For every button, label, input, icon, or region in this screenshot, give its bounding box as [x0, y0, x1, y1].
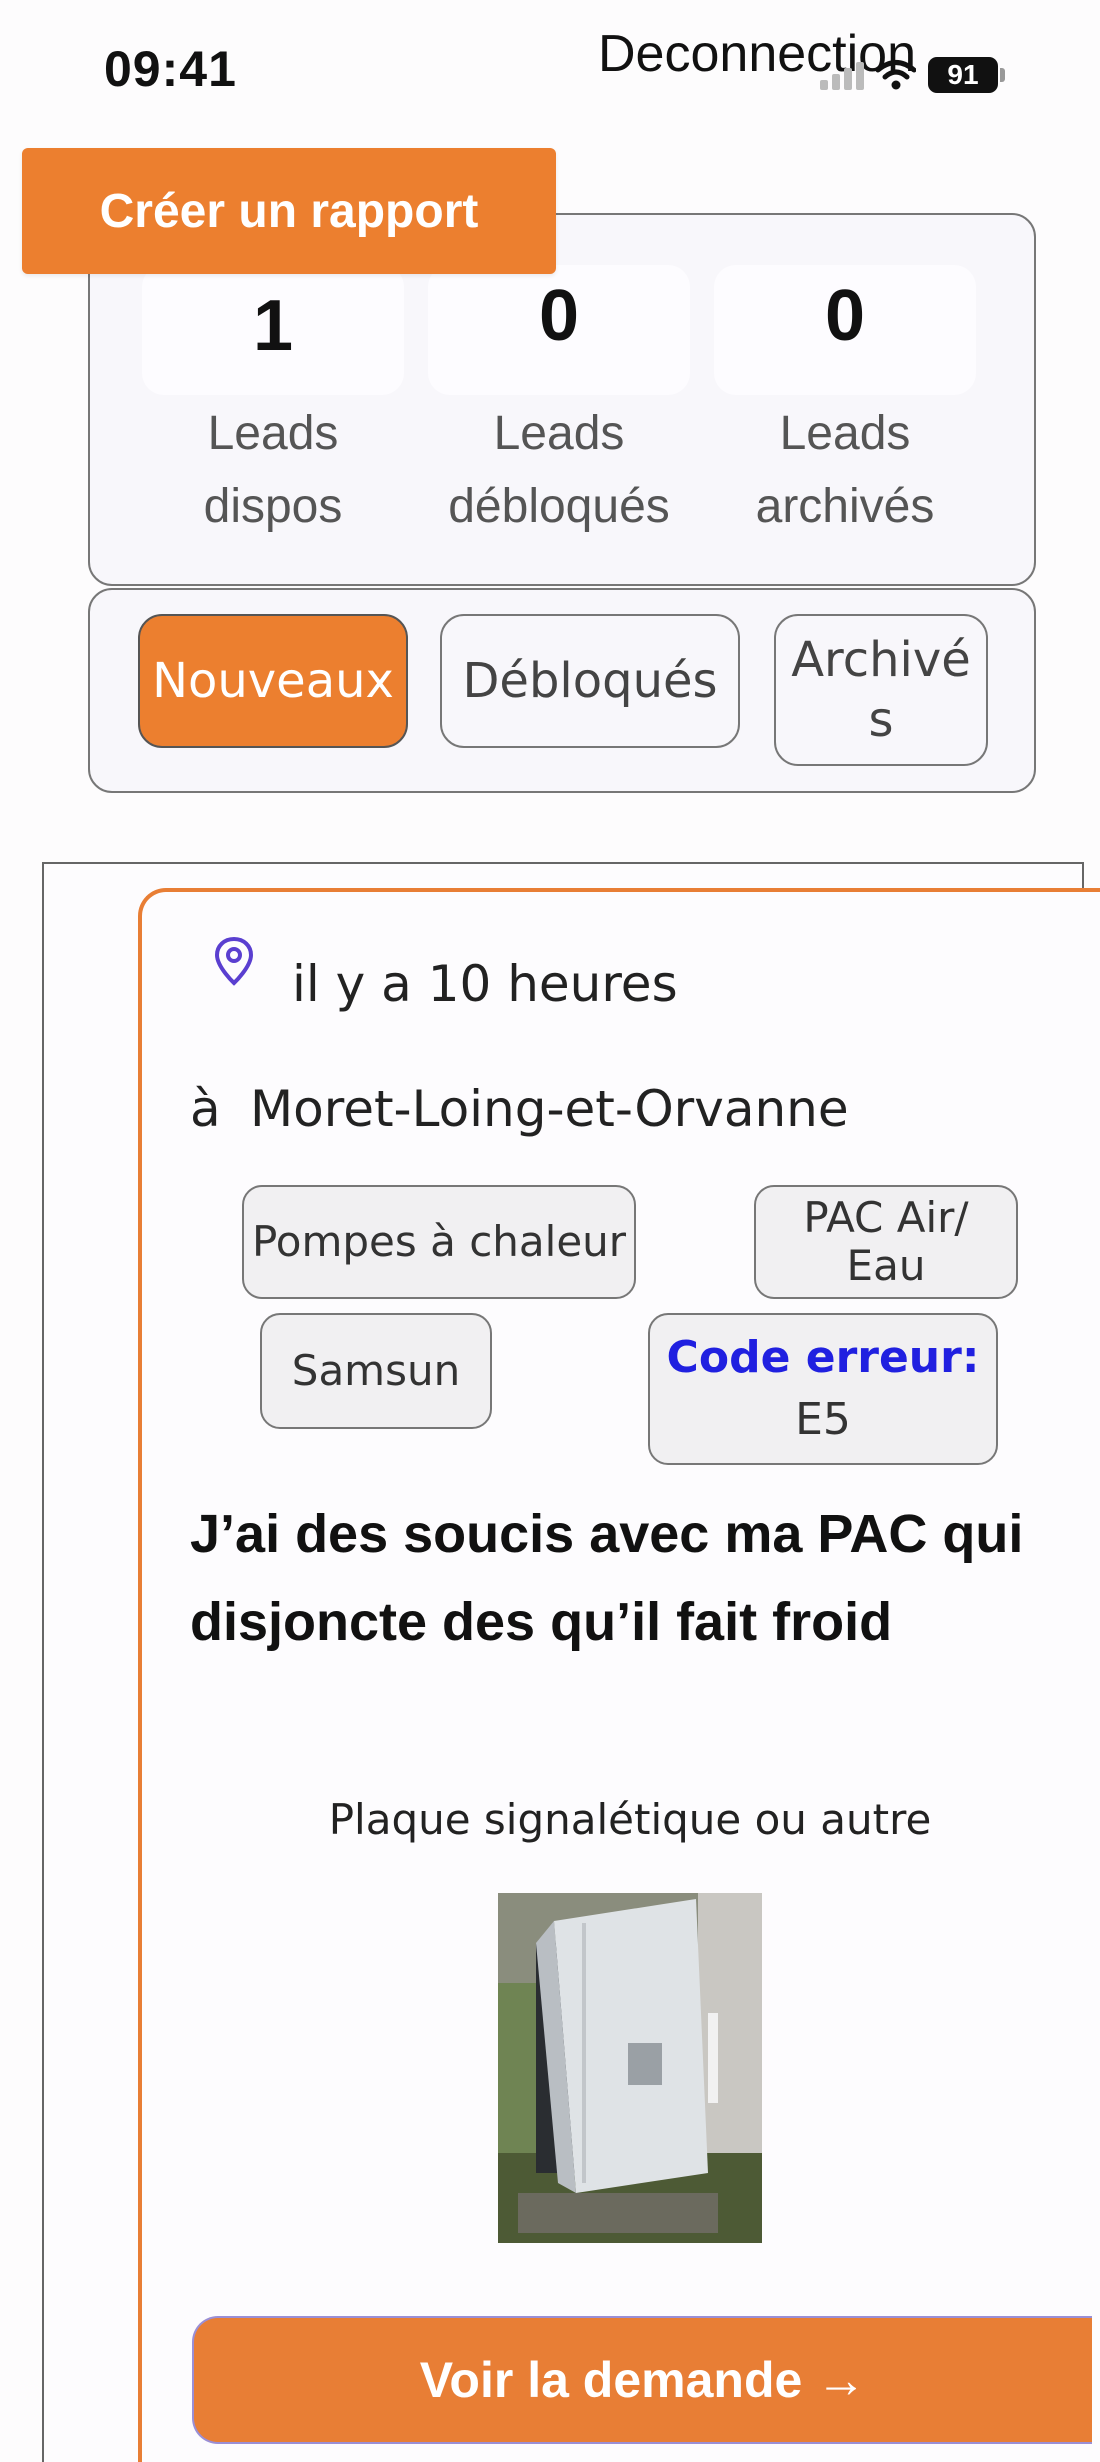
stat-value-available: 1 [252, 286, 294, 366]
battery-icon: 91 [928, 57, 998, 93]
photo-label: Plaque signalétique ou autre [328, 1795, 932, 1844]
lead-title: J’ai des soucis avec ma PAC qui disjonct… [190, 1504, 1024, 1652]
stat-value-archived: 0 [824, 276, 866, 356]
tab-archives[interactable]: Archivé s [774, 614, 988, 766]
chip-type: PAC Air/Eau [754, 1185, 1018, 1299]
location-pin-icon [214, 936, 254, 986]
view-request-button[interactable]: Voir la demande → [192, 2316, 1092, 2444]
create-report-button[interactable]: Créer un rapport [22, 148, 556, 274]
lead-location-prefix: à [190, 1080, 221, 1138]
lead-city: Moret-Loing-et-Orvanne [250, 1080, 849, 1138]
stat-label-unlocked: Leads débloqués [448, 407, 670, 533]
lead-time-ago: il y a 10 heures [292, 955, 678, 1013]
status-time: 09:41 [104, 41, 237, 97]
signal-icon [820, 60, 864, 90]
stat-label-archived: Leads archivés [755, 407, 935, 533]
stat-label-available: Leads dispos [203, 407, 343, 533]
chip-category: Pompes à chaleur [242, 1185, 636, 1299]
wifi-icon [876, 60, 916, 90]
error-code-label: Code erreur: [666, 1332, 980, 1383]
chip-brand: Samsun [260, 1313, 492, 1429]
chip-error-code: Code erreur: E5 [648, 1313, 998, 1465]
lead-tabs: Nouveaux Débloqués Archivé s [88, 588, 1036, 793]
status-icons: 91 [820, 55, 1005, 95]
tab-debloques[interactable]: Débloqués [440, 614, 740, 748]
battery-tip [1000, 68, 1005, 82]
tab-nouveaux[interactable]: Nouveaux [138, 614, 408, 748]
lead-photo[interactable] [498, 1893, 762, 2243]
stat-value-unlocked: 0 [538, 276, 580, 356]
error-code-value: E5 [795, 1394, 851, 1445]
